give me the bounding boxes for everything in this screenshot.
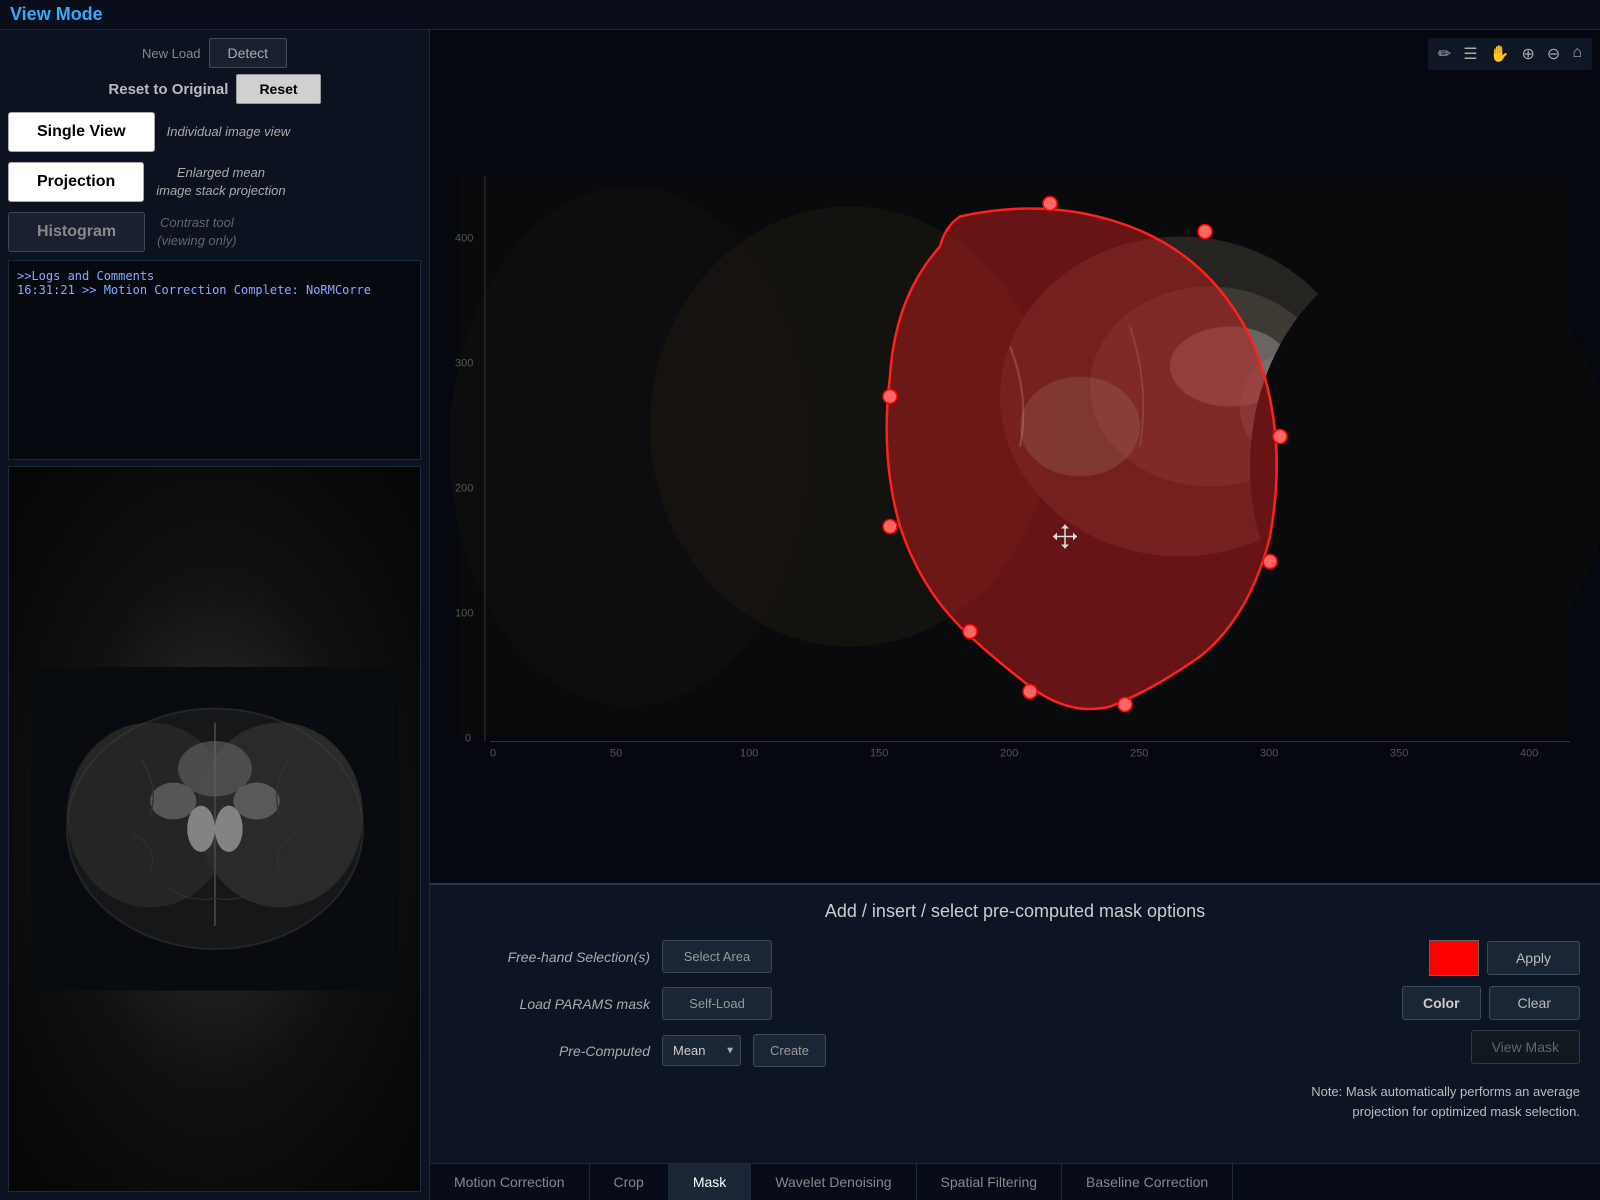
reset-button[interactable]: Reset	[236, 74, 320, 104]
new-load-label: New Load	[142, 46, 201, 61]
svg-text:100: 100	[740, 748, 758, 760]
zoom-out-icon[interactable]: ⊖	[1543, 42, 1564, 66]
detect-button[interactable]: Detect	[209, 38, 287, 68]
brain-thumbnail-svg	[30, 503, 400, 1155]
projection-button[interactable]: Projection	[8, 162, 144, 202]
create-button[interactable]: Create	[753, 1034, 826, 1067]
individual-image-view-label: Individual image view	[167, 123, 291, 141]
color-apply-row: Apply	[1429, 940, 1580, 976]
histogram-row: Histogram Contrast tool (viewing only)	[8, 210, 421, 254]
svg-text:400: 400	[455, 233, 473, 245]
mask-actions: Apply Color Clear View Mask Note: Mask a…	[1311, 940, 1580, 1121]
svg-text:300: 300	[455, 358, 473, 370]
left-panel: New Load Detect Reset to Original Reset …	[0, 30, 430, 1200]
mask-options: Free-hand Selection(s) Select Area Load …	[450, 940, 1291, 1121]
apply-button[interactable]: Apply	[1487, 941, 1580, 975]
svg-text:300: 300	[1260, 748, 1278, 760]
tab-crop[interactable]: Crop	[590, 1164, 669, 1200]
color-swatch[interactable]	[1429, 940, 1479, 976]
pencil-icon[interactable]: ✏	[1434, 42, 1455, 66]
svg-text:200: 200	[455, 483, 473, 495]
precomputed-select[interactable]: Mean Median Max Min	[662, 1035, 741, 1066]
toolbar-icons: ✏ ☰ ✋ ⊕ ⊖ ⌂	[1428, 38, 1592, 70]
freehand-row: Free-hand Selection(s) Select Area	[450, 940, 1291, 973]
mask-grid: Free-hand Selection(s) Select Area Load …	[450, 940, 1580, 1121]
svg-text:0: 0	[465, 733, 471, 745]
clear-button[interactable]: Clear	[1489, 986, 1580, 1020]
svg-text:400: 400	[1520, 748, 1538, 760]
precomputed-label: Pre-Computed	[450, 1043, 650, 1059]
freehand-label: Free-hand Selection(s)	[450, 949, 650, 965]
mask-panel-title: Add / insert / select pre-computed mask …	[450, 901, 1580, 922]
color-clear-row: Color Clear	[1402, 986, 1580, 1020]
reset-row: Reset to Original Reset	[8, 74, 421, 104]
histogram-button[interactable]: Histogram	[8, 212, 145, 252]
precomputed-select-container: Mean Median Max Min	[662, 1035, 741, 1066]
list-icon[interactable]: ☰	[1459, 42, 1481, 66]
title-bar: View Mode	[0, 0, 1600, 30]
log-entry: 16:31:21 >> Motion Correction Complete: …	[17, 283, 412, 297]
mri-canvas: 0 50 100 150 200 250 300 350 400 0 100 2…	[430, 30, 1600, 883]
single-view-button[interactable]: Single View	[8, 112, 155, 152]
log-title: >>Logs and Comments	[17, 269, 412, 283]
tab-wavelet-denoising[interactable]: Wavelet Denoising	[751, 1164, 916, 1200]
main-layout: New Load Detect Reset to Original Reset …	[0, 30, 1600, 1200]
single-view-row: Single View Individual image view	[8, 110, 421, 154]
tab-bar: Motion Correction Crop Mask Wavelet Deno…	[430, 1163, 1600, 1200]
tab-mask[interactable]: Mask	[669, 1164, 751, 1200]
tab-baseline-correction[interactable]: Baseline Correction	[1062, 1164, 1233, 1200]
thumbnail-area	[8, 466, 421, 1192]
color-button[interactable]: Color	[1402, 986, 1481, 1020]
enlarged-mean-label: Enlarged mean image stack projection	[156, 164, 285, 200]
zoom-in-icon[interactable]: ⊕	[1518, 42, 1539, 66]
reset-to-original-label: Reset to Original	[108, 81, 228, 98]
svg-text:100: 100	[455, 608, 473, 620]
svg-text:350: 350	[1390, 748, 1408, 760]
svg-text:200: 200	[1000, 748, 1018, 760]
contrast-tool-label: Contrast tool (viewing only)	[157, 214, 236, 250]
svg-text:0: 0	[490, 748, 496, 760]
projection-row: Projection Enlarged mean image stack pro…	[8, 160, 421, 204]
svg-text:250: 250	[1130, 748, 1148, 760]
svg-text:50: 50	[610, 748, 622, 760]
view-mask-button: View Mask	[1471, 1030, 1580, 1064]
pan-icon[interactable]: ✋	[1486, 42, 1514, 66]
mask-note: Note: Mask automatically performs an ave…	[1311, 1082, 1580, 1121]
self-load-button[interactable]: Self-Load	[662, 987, 772, 1020]
app-title: View Mode	[10, 4, 103, 24]
load-params-label: Load PARAMS mask	[450, 996, 650, 1012]
log-box: >>Logs and Comments 16:31:21 >> Motion C…	[8, 260, 421, 460]
right-area: ✏ ☰ ✋ ⊕ ⊖ ⌂	[430, 30, 1600, 1200]
select-area-button[interactable]: Select Area	[662, 940, 772, 973]
mask-panel: Add / insert / select pre-computed mask …	[430, 883, 1600, 1163]
precomputed-row: Pre-Computed Mean Median Max Min Create	[450, 1034, 1291, 1067]
tab-motion-correction[interactable]: Motion Correction	[430, 1164, 590, 1200]
home-icon[interactable]: ⌂	[1568, 42, 1586, 66]
tab-spatial-filtering[interactable]: Spatial Filtering	[917, 1164, 1063, 1200]
new-load-row: New Load Detect	[8, 38, 421, 68]
image-view[interactable]: ✏ ☰ ✋ ⊕ ⊖ ⌂	[430, 30, 1600, 883]
thumbnail-image	[9, 467, 420, 1191]
svg-text:150: 150	[870, 748, 888, 760]
load-params-row: Load PARAMS mask Self-Load	[450, 987, 1291, 1020]
